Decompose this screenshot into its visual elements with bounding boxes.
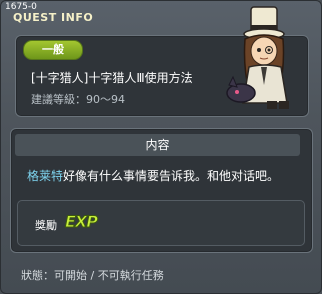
quest-dialogue: 格莱特好像有什么事情要告诉我。和他对话吧。 xyxy=(27,167,279,184)
content-section-header: 内容 xyxy=(15,134,300,156)
dialogue-text: 好像有什么事情要告诉我。和他对话吧。 xyxy=(63,169,280,183)
quest-name: [十字猎人]十字猎人Ⅲ使用方法 xyxy=(31,71,193,85)
reward-label: 獎勵 xyxy=(35,219,57,232)
window-title: QUEST INFO xyxy=(13,11,94,24)
quest-category-badge: 一般 xyxy=(23,40,83,60)
quest-info-window: 1675-0 QUEST INFO 一般 [十字猎人]十字猎人Ⅲ使用方法 建議等… xyxy=(0,0,322,294)
quest-recommended-level: 建議等級：90～94 xyxy=(31,93,125,106)
quest-status: 狀態：可開始 / 不可執行任務 xyxy=(21,269,164,282)
exp-icon: EXP xyxy=(65,212,99,232)
npc-name-link[interactable]: 格莱特 xyxy=(27,169,63,183)
reward-box xyxy=(17,200,305,246)
npc-portrait xyxy=(226,6,289,109)
